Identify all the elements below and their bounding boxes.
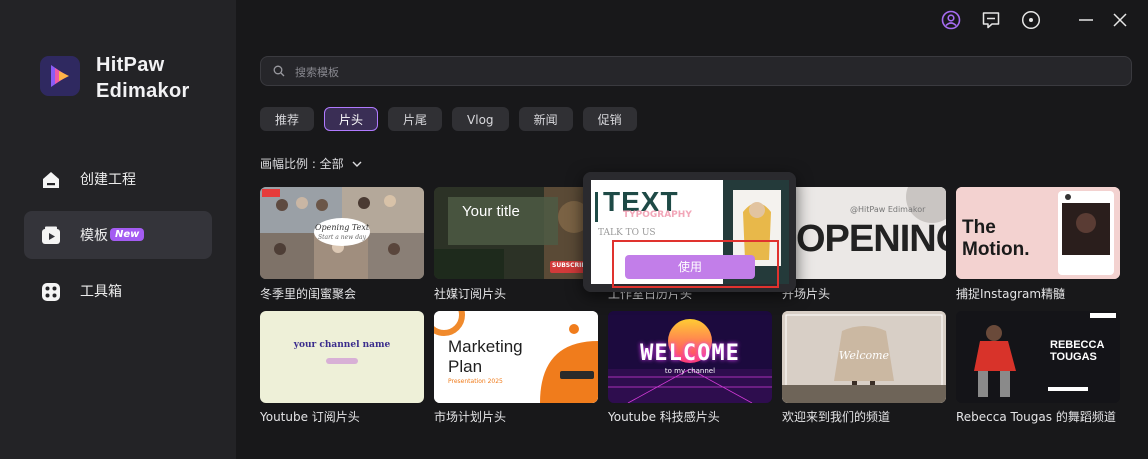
sidebar-item-label: 创建工程 <box>80 172 136 188</box>
thumbnail-subtitle: @HitPaw Edimakor <box>850 205 926 214</box>
template-caption: Youtube 科技感片头 <box>608 410 720 424</box>
sidebar-item-toolbox[interactable]: 工具箱 <box>24 267 212 315</box>
thumbnail-title: Your title <box>462 203 520 220</box>
template-card-marketing-plan[interactable]: Marketing Plan Presentation 2025 <box>434 311 598 403</box>
thumbnail-title: your channel name <box>293 340 391 350</box>
feedback-icon[interactable] <box>981 10 1001 30</box>
aspect-ratio-label: 画幅比例 : 全部 <box>260 157 344 171</box>
app-name-line2: Edimakor <box>96 80 190 102</box>
template-caption: Rebecca Tougas 的舞蹈频道 <box>956 410 1116 424</box>
chevron-down-icon <box>352 161 362 167</box>
category-tabs: 推荐 片头 片尾 Vlog 新闻 促销 <box>260 107 637 131</box>
search-icon <box>273 65 285 77</box>
app-logo-icon <box>40 56 80 96</box>
tab-outro[interactable]: 片尾 <box>388 107 443 131</box>
search-bar[interactable] <box>260 56 1132 86</box>
search-input[interactable] <box>293 62 1097 82</box>
thumbnail-title: The Motion. <box>962 217 1030 260</box>
thumbnail-title: WELCOME <box>640 341 740 366</box>
settings-icon[interactable] <box>1021 10 1041 30</box>
thumbnail-title: Welcome <box>838 349 890 362</box>
tab-promo[interactable]: 促销 <box>582 107 637 131</box>
sidebar-item-label: 工具箱 <box>80 284 122 300</box>
sidebar-item-templates[interactable]: 模板 New <box>24 211 212 259</box>
thumbnail-subtitle: Presentation 2025 <box>448 378 503 385</box>
template-caption: 社媒订阅片头 <box>434 287 507 301</box>
template-caption: 冬季里的闺蜜聚会 <box>260 287 357 301</box>
new-badge: New <box>110 228 145 241</box>
template-card-welcome-channel[interactable]: Welcome <box>782 311 946 403</box>
template-card-opening[interactable]: @HitPaw Edimakor OPENING <box>782 187 946 279</box>
app-name-line1: HitPaw <box>96 54 165 76</box>
thumbnail-title: Marketing Plan <box>448 337 523 376</box>
home-icon <box>43 172 59 188</box>
template-card-social-subscribe[interactable]: Your title SUBSCRIBE <box>434 187 598 279</box>
tab-intro[interactable]: 片头 <box>324 107 379 131</box>
template-caption: 捕捉Instagram精髓 <box>956 287 1066 301</box>
template-card-winter-friends[interactable]: Opening Text Start a new day <box>260 187 424 279</box>
template-icon <box>42 226 60 244</box>
thumbnail-title: OPENING <box>796 218 946 260</box>
toolbox-icon <box>42 283 60 301</box>
template-card-the-motion[interactable]: The Motion. <box>956 187 1120 279</box>
preview-tagline: TALK TO US <box>598 228 656 238</box>
tab-news[interactable]: 新闻 <box>518 107 573 131</box>
sidebar-item-create-project[interactable]: 创建工程 <box>24 155 212 203</box>
account-icon[interactable] <box>941 10 961 30</box>
tab-vlog[interactable]: Vlog <box>452 107 509 131</box>
app-name: HitPaw Edimakor <box>96 52 190 104</box>
thumbnail-pill <box>326 358 358 364</box>
sidebar-item-label: 模板 <box>80 228 108 244</box>
minimize-icon[interactable] <box>1076 10 1096 30</box>
aspect-ratio-filter[interactable]: 画幅比例 : 全部 <box>260 155 362 172</box>
thumbnail-title: Opening Text <box>314 223 370 232</box>
preview-subtitle: TYPOGRAPHY <box>623 210 692 220</box>
thumbnail-subtitle: Start a new day <box>317 234 367 241</box>
close-icon[interactable] <box>1110 10 1130 30</box>
sidebar: HitPaw Edimakor 创建工程 模板 New 工具箱 <box>0 0 236 459</box>
template-caption: Youtube 订阅片头 <box>260 410 360 424</box>
template-caption: 欢迎来到我们的频道 <box>782 410 891 424</box>
thumbnail-title: REBECCA TOUGAS <box>1050 339 1104 363</box>
template-caption: 市场计划片头 <box>434 410 507 424</box>
highlight-box <box>612 240 779 288</box>
template-card-tech-welcome[interactable]: WELCOME to my channel <box>608 311 772 403</box>
thumbnail-subtitle: to my channel <box>664 367 716 375</box>
tab-recommended[interactable]: 推荐 <box>260 107 315 131</box>
template-card-youtube-subscribe[interactable]: your channel name <box>260 311 424 403</box>
template-card-dance-channel[interactable]: REBECCA TOUGAS <box>956 311 1120 403</box>
